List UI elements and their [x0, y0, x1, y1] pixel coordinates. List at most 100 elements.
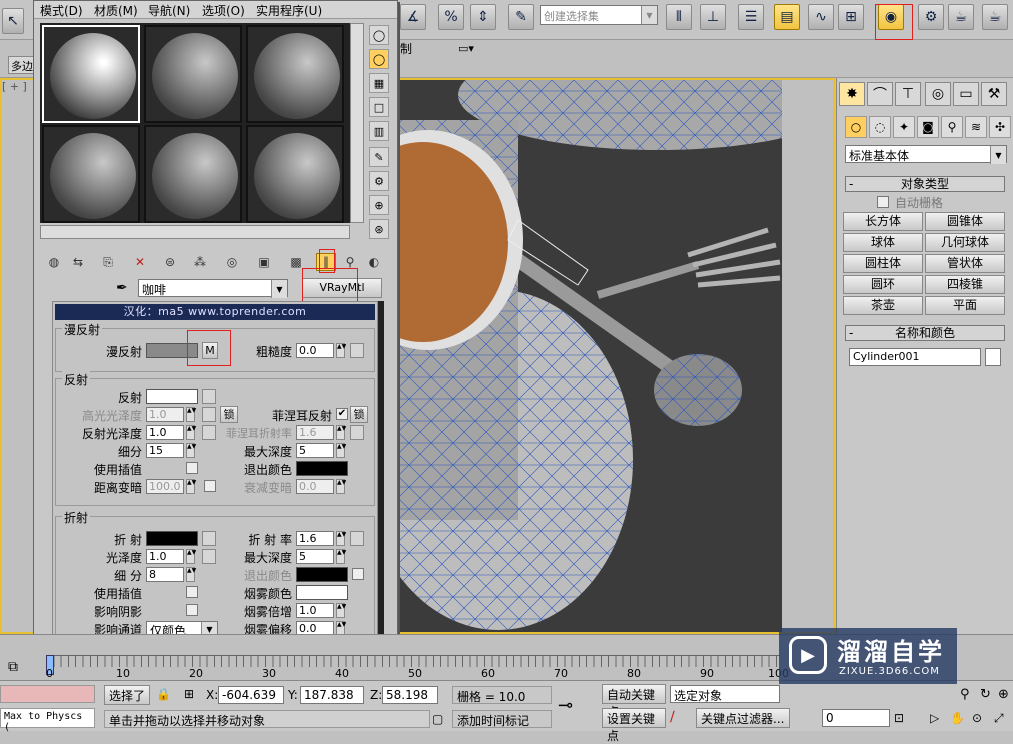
diffuse-color-swatch[interactable]	[146, 343, 198, 358]
hilight-lock-button[interactable]: 锁	[220, 406, 238, 423]
show-end-result-icon[interactable]: ▩	[286, 253, 306, 271]
refr-gloss-arrows[interactable]: ▲▼	[186, 549, 196, 564]
reflect-color-swatch[interactable]	[146, 389, 198, 404]
refl-max-depth-spinner[interactable]: 5	[296, 443, 334, 458]
slots-horizontal-scrollbar[interactable]	[40, 225, 350, 239]
edit-named-selection-icon[interactable]: ✎	[508, 4, 534, 30]
show-map-icon[interactable]: ▣	[254, 253, 274, 271]
go-forward-icon[interactable]: ⚲	[340, 253, 360, 271]
maximize-viewport-icon[interactable]: ⤢	[994, 711, 1004, 726]
autogrid-checkbox[interactable]	[877, 196, 889, 208]
refr-max-depth-arrows[interactable]: ▲▼	[336, 549, 346, 564]
refr-exit-color-checkbox[interactable]	[352, 568, 364, 580]
key-icon[interactable]: ⊸	[558, 695, 573, 716]
layer-manager-icon[interactable]: ☰	[738, 4, 764, 30]
maxscript-mini-listener[interactable]: Max to Physcs (	[0, 708, 95, 733]
viewport-menu-item[interactable]: 制	[400, 40, 412, 57]
pick-material-icon[interactable]: ◐	[364, 253, 384, 271]
curve-editor-icon[interactable]: ∿	[808, 4, 834, 30]
spinner-snap-icon[interactable]: ⇕	[470, 4, 496, 30]
render-production-icon[interactable]: ☕	[982, 4, 1008, 30]
cone-button[interactable]: 圆锥体	[925, 212, 1005, 231]
make-unique-icon[interactable]: ⊜	[160, 253, 180, 271]
slots-vertical-scrollbar[interactable]	[350, 23, 364, 223]
refl-subdivs-spinner[interactable]: 15	[146, 443, 184, 458]
put-to-library-icon[interactable]: ⁂	[190, 253, 210, 271]
sphere-button[interactable]: 球体	[843, 233, 923, 252]
dim-distance-arrows[interactable]: ▲▼	[186, 479, 196, 494]
sample-slot-5[interactable]	[144, 125, 242, 223]
zoom-all-icon[interactable]: ↻	[980, 687, 991, 702]
menu-material[interactable]: 材质(M)	[94, 2, 138, 19]
material-editor-icon[interactable]: ◉	[878, 4, 904, 30]
cylinder-button[interactable]: 圆柱体	[843, 254, 923, 273]
fog-mult-spinner[interactable]: 1.0	[296, 603, 334, 618]
backlight-icon[interactable]: ◯	[369, 49, 389, 69]
refr-exit-color-swatch[interactable]	[296, 567, 348, 582]
time-ruler[interactable]	[46, 655, 780, 667]
menu-navigation[interactable]: 导航(N)	[148, 2, 190, 19]
zoom-icon[interactable]: ⚲	[960, 687, 970, 702]
object-type-rollout[interactable]: - 对象类型	[845, 176, 1005, 192]
motion-tab-icon[interactable]: ◎	[925, 82, 951, 106]
utilities-tab-icon[interactable]: ⚒	[981, 82, 1007, 106]
refl-use-interp-checkbox[interactable]	[186, 462, 198, 474]
ior-spinner[interactable]: 1.6	[296, 531, 334, 546]
make-preview-icon[interactable]: ✎	[369, 147, 389, 167]
viewport-label[interactable]: [ + ]	[2, 80, 27, 93]
align-icon[interactable]: ⊥	[700, 4, 726, 30]
dim-distance-spinner[interactable]: 100.0	[146, 479, 184, 494]
name-color-rollout[interactable]: - 名称和颜色	[845, 325, 1005, 341]
maxscript-listener[interactable]	[0, 685, 95, 703]
isolate-icon[interactable]: ▢	[432, 712, 443, 726]
systems-icon[interactable]: ✣	[989, 116, 1011, 138]
refl-gloss-arrows[interactable]: ▲▼	[186, 425, 196, 440]
fresnel-lock-button[interactable]: 锁	[350, 406, 368, 423]
pyramid-button[interactable]: 四棱锥	[925, 275, 1005, 294]
track-view-icon[interactable]: ⧉	[8, 659, 18, 675]
sample-type-icon[interactable]: ◯	[369, 25, 389, 45]
percent-snap-icon[interactable]: %	[438, 4, 464, 30]
hierarchy-tab-icon[interactable]: ⊤	[895, 82, 921, 106]
cameras-icon[interactable]: ◙	[917, 116, 939, 138]
diffuse-map-button[interactable]: M	[202, 342, 218, 359]
create-tab-icon[interactable]: ✸	[839, 82, 865, 106]
angle-snap-icon[interactable]: ∡	[400, 4, 426, 30]
zoom-extents-icon[interactable]: ▷	[930, 711, 939, 725]
background-icon[interactable]: ▦	[369, 73, 389, 93]
selection-lock-icon[interactable]: 🔒	[156, 687, 171, 701]
refract-map-button[interactable]	[202, 531, 216, 546]
z-coordinate-field[interactable]: 58.198	[382, 686, 438, 704]
category-dropdown[interactable]: 标准基本体 ▼	[845, 145, 1007, 164]
display-dropdown-icon[interactable]: ▭▾	[458, 42, 474, 55]
sample-slot-3[interactable]	[246, 25, 344, 123]
menu-mode[interactable]: 模式(D)	[40, 2, 83, 19]
material-id-icon[interactable]: ◎	[222, 253, 242, 271]
key-mode-dropdown[interactable]: 选定对象	[670, 685, 780, 703]
refl-subdivs-arrows[interactable]: ▲▼	[186, 443, 196, 458]
params-scrollbar[interactable]	[378, 301, 384, 639]
roughness-spinner[interactable]: 0.0	[296, 343, 334, 358]
sample-slot-4[interactable]	[42, 125, 140, 223]
refr-gloss-map-button[interactable]	[202, 549, 216, 564]
eyedropper-icon[interactable]: ✒	[116, 280, 128, 296]
reset-icon[interactable]: ✕	[130, 253, 150, 271]
refr-use-interp-checkbox[interactable]	[186, 586, 198, 598]
fresnel-ior-spinner[interactable]: 1.6	[296, 425, 334, 440]
display-tab-icon[interactable]: ▭	[953, 82, 979, 106]
get-material-icon[interactable]: ◍	[44, 253, 64, 271]
transform-mode-icon[interactable]: ⊞	[184, 687, 194, 701]
fog-mult-arrows[interactable]: ▲▼	[336, 603, 346, 618]
orbit-icon[interactable]: ⊙	[972, 711, 982, 725]
refl-max-depth-arrows[interactable]: ▲▼	[336, 443, 346, 458]
hilight-gloss-arrows[interactable]: ▲▼	[186, 407, 196, 422]
go-to-parent-icon[interactable]: ‖	[316, 253, 336, 271]
refl-exit-color-swatch[interactable]	[296, 461, 348, 476]
material-type-button[interactable]: VRayMtl	[302, 278, 382, 298]
refr-subdivs-spinner[interactable]: 8	[146, 567, 184, 582]
fresnel-ior-map-button[interactable]	[350, 425, 364, 440]
rendered-frame-window-icon[interactable]: ☕	[948, 4, 974, 30]
sample-slot-2[interactable]	[144, 25, 242, 123]
affect-shadows-checkbox[interactable]	[186, 604, 198, 616]
refract-color-swatch[interactable]	[146, 531, 198, 546]
